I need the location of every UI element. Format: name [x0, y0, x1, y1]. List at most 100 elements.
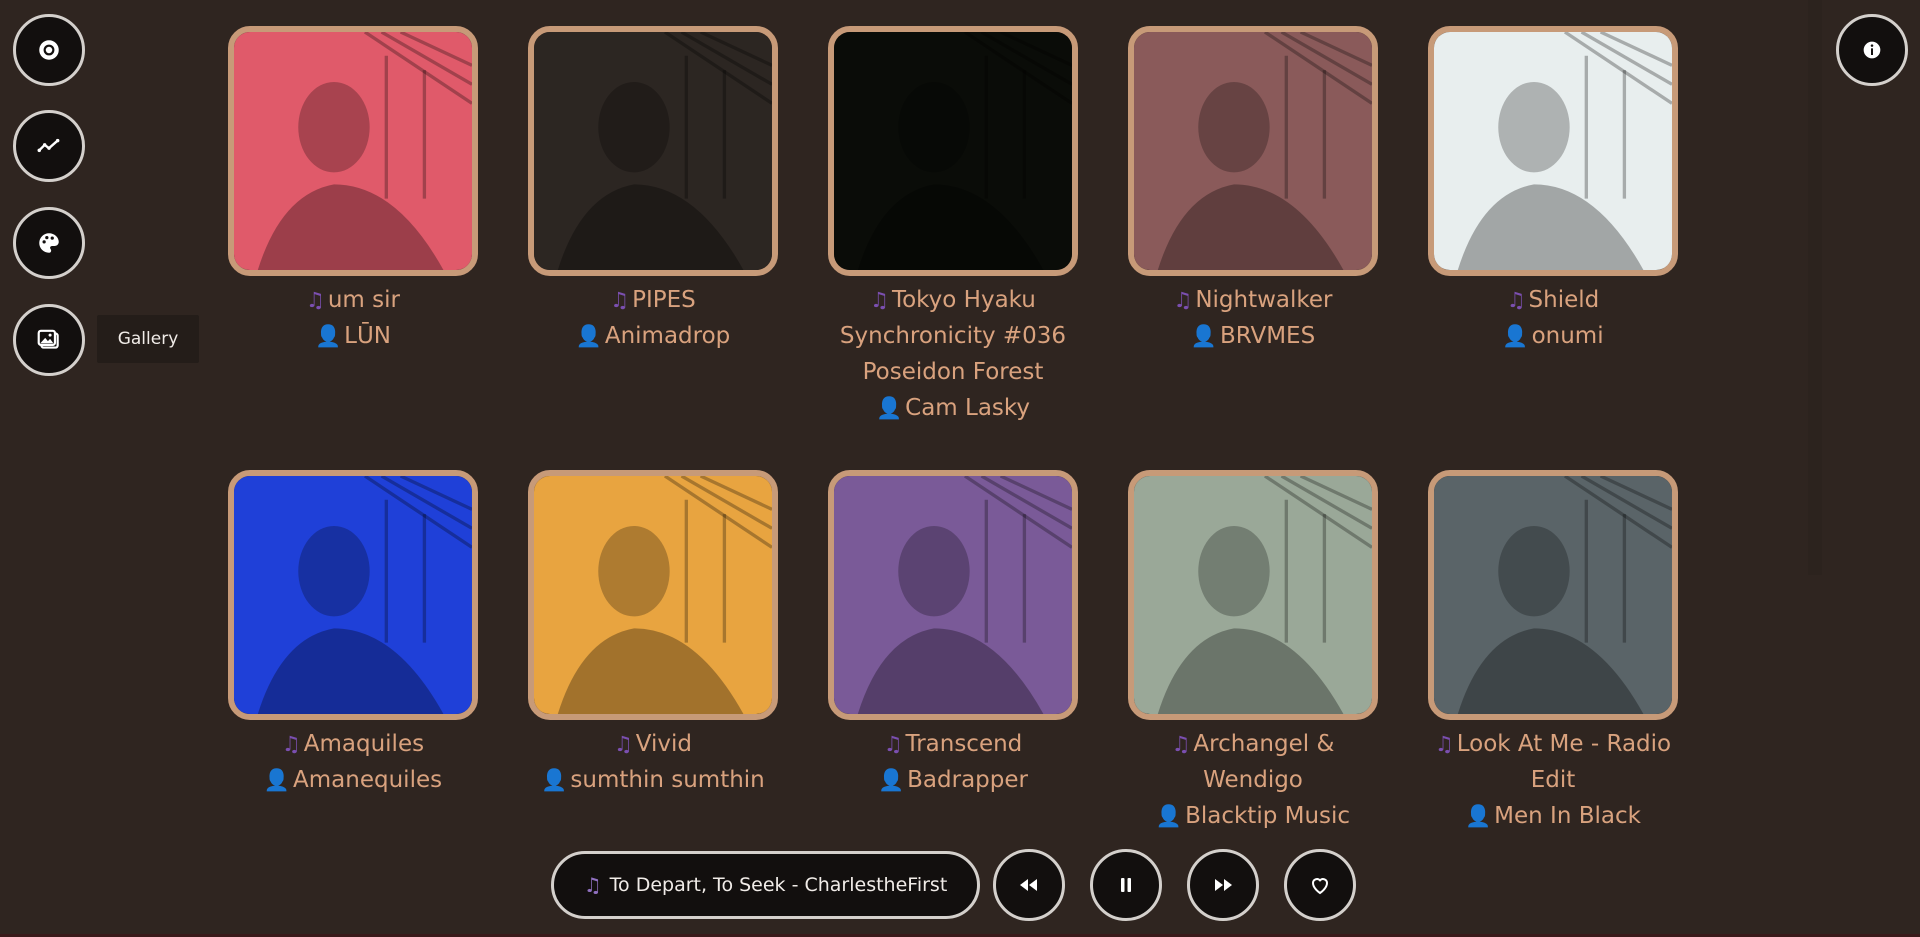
disc-icon — [39, 40, 59, 60]
track-meta: ♫ Vivid 👤 sumthin sumthin — [528, 726, 778, 798]
user-icon: 👤 — [878, 768, 905, 792]
track-title-text: Tokyo Hyaku — [891, 287, 1036, 313]
music-note-icon: ♫ — [583, 873, 602, 897]
trend-line-icon — [37, 138, 60, 153]
track-title-text: Vivid — [635, 731, 693, 757]
rewind-button[interactable] — [993, 849, 1065, 921]
track-title-text: PIPES — [632, 287, 696, 313]
track-artist: 👤 LŪN — [228, 318, 478, 354]
user-icon: 👤 — [263, 768, 291, 792]
gallery-artwork[interactable] — [828, 26, 1078, 276]
gallery-artwork[interactable] — [228, 26, 478, 276]
favorite-button[interactable] — [1284, 849, 1356, 921]
track-title-text: Look At Me - Radio — [1456, 731, 1672, 757]
track-title-text: Nightwalker — [1195, 287, 1333, 313]
music-nav-button[interactable] — [13, 14, 85, 86]
gallery-artwork[interactable] — [828, 470, 1078, 720]
portrait-image — [1434, 32, 1672, 270]
track-meta: ♫ PIPES 👤 Animadrop — [528, 282, 778, 354]
track-artist-text: Animadrop — [604, 323, 731, 349]
gallery-artwork[interactable] — [228, 470, 478, 720]
music-note-icon: ♫ — [870, 288, 889, 312]
track-title-text: um sir — [327, 287, 400, 313]
palette-icon — [39, 233, 59, 253]
portrait-image — [834, 476, 1072, 714]
gallery-card[interactable]: ♫ Nightwalker 👤 BRVMES — [1128, 26, 1378, 354]
pause-icon — [1121, 878, 1131, 892]
now-playing-pill[interactable]: ♫ To Depart, To Seek - CharlestheFirst — [551, 851, 980, 919]
track-title: Wendigo — [1128, 762, 1378, 798]
track-meta: ♫ Look At Me - Radio Edit 👤 Men In Black — [1428, 726, 1678, 834]
fast-forward-button[interactable] — [1187, 849, 1259, 921]
portrait-image — [534, 476, 772, 714]
portrait-image — [834, 32, 1072, 270]
track-title-text: Synchronicity #036 — [839, 323, 1067, 349]
track-artist: 👤 Cam Lasky — [828, 390, 1078, 426]
gallery-artwork[interactable] — [1428, 26, 1678, 276]
gallery-card[interactable]: ♫ um sir 👤 LŪN — [228, 26, 478, 354]
gallery-card[interactable]: ♫ Amaquiles 👤 Amanequiles — [228, 470, 478, 798]
gallery-artwork[interactable] — [1128, 470, 1378, 720]
track-title: ♫ PIPES — [528, 282, 778, 318]
music-note-icon: ♫ — [1171, 732, 1191, 756]
music-note-icon: ♫ — [613, 732, 633, 756]
music-note-icon: ♫ — [306, 288, 325, 312]
user-icon: 👤 — [575, 324, 602, 348]
info-button[interactable] — [1836, 14, 1908, 86]
track-artist-text: Badrapper — [907, 767, 1028, 793]
gallery-artwork[interactable] — [528, 26, 778, 276]
track-artist: 👤 Men In Black — [1428, 798, 1678, 834]
track-artist: 👤 Amanequiles — [228, 762, 478, 798]
track-artist: 👤 Blacktip Music — [1128, 798, 1378, 834]
track-title-text: Archangel & — [1193, 731, 1335, 757]
trends-nav-button[interactable] — [13, 110, 85, 182]
gallery-tooltip: Gallery — [97, 315, 199, 363]
gallery-card[interactable]: ♫ Look At Me - Radio Edit 👤 Men In Black — [1428, 470, 1678, 834]
now-playing-text: To Depart, To Seek - CharlestheFirst — [609, 874, 948, 896]
gallery-card[interactable]: ♫ PIPES 👤 Animadrop — [528, 26, 778, 354]
gallery-card[interactable]: ♫ Tokyo Hyaku Synchronicity #036 Poseidon F… — [828, 26, 1078, 426]
track-artist-text: Blacktip Music — [1185, 803, 1351, 829]
music-note-icon: ♫ — [1506, 288, 1526, 312]
portrait-image — [1134, 32, 1372, 270]
gallery-card[interactable]: ♫ Vivid 👤 sumthin sumthin — [528, 470, 778, 798]
track-meta: ♫ um sir 👤 LŪN — [228, 282, 478, 354]
music-note-icon: ♫ — [610, 288, 630, 312]
music-note-icon: ♫ — [1434, 732, 1454, 756]
track-title: Poseidon Forest — [828, 354, 1078, 390]
track-artist-text: Amanequiles — [293, 767, 443, 793]
user-icon: 👤 — [1502, 324, 1529, 348]
portrait-image — [1134, 476, 1372, 714]
user-icon: 👤 — [541, 768, 568, 792]
heart-icon — [1311, 878, 1329, 895]
track-meta: ♫ Tokyo Hyaku Synchronicity #036 Poseidon F… — [828, 282, 1078, 426]
portrait-image — [534, 32, 772, 270]
track-title: Synchronicity #036 — [828, 318, 1078, 354]
track-artist: 👤 BRVMES — [1128, 318, 1378, 354]
track-title: ♫ Amaquiles — [228, 726, 478, 762]
rewind-icon — [1020, 879, 1037, 891]
scrollbar[interactable] — [1808, 0, 1822, 575]
track-artist: 👤 sumthin sumthin — [528, 762, 778, 798]
track-artist: 👤 Animadrop — [528, 318, 778, 354]
themes-nav-button[interactable] — [13, 207, 85, 279]
pause-button[interactable] — [1090, 849, 1162, 921]
gallery-artwork[interactable] — [528, 470, 778, 720]
portrait-image — [234, 32, 472, 270]
track-artist: 👤 Badrapper — [828, 762, 1078, 798]
info-icon — [1863, 41, 1881, 59]
portrait-image — [234, 476, 472, 714]
gallery-artwork[interactable] — [1428, 470, 1678, 720]
music-note-icon: ♫ — [1173, 288, 1193, 312]
gallery-card[interactable]: ♫ Shield 👤 onumi — [1428, 26, 1678, 354]
gallery-nav-button[interactable] — [13, 304, 85, 376]
user-icon: 👤 — [1190, 324, 1217, 348]
track-title-text: Amaquiles — [303, 731, 425, 757]
gallery-card[interactable]: ♫ Transcend 👤 Badrapper — [828, 470, 1078, 798]
track-artist-text: onumi — [1531, 323, 1604, 349]
gallery-card[interactable]: ♫ Archangel & Wendigo 👤 Blacktip Music — [1128, 470, 1378, 834]
track-title: ♫ Transcend — [828, 726, 1078, 762]
track-title-text: Edit — [1530, 767, 1576, 793]
gallery-artwork[interactable] — [1128, 26, 1378, 276]
track-meta: ♫ Archangel & Wendigo 👤 Blacktip Music — [1128, 726, 1378, 834]
